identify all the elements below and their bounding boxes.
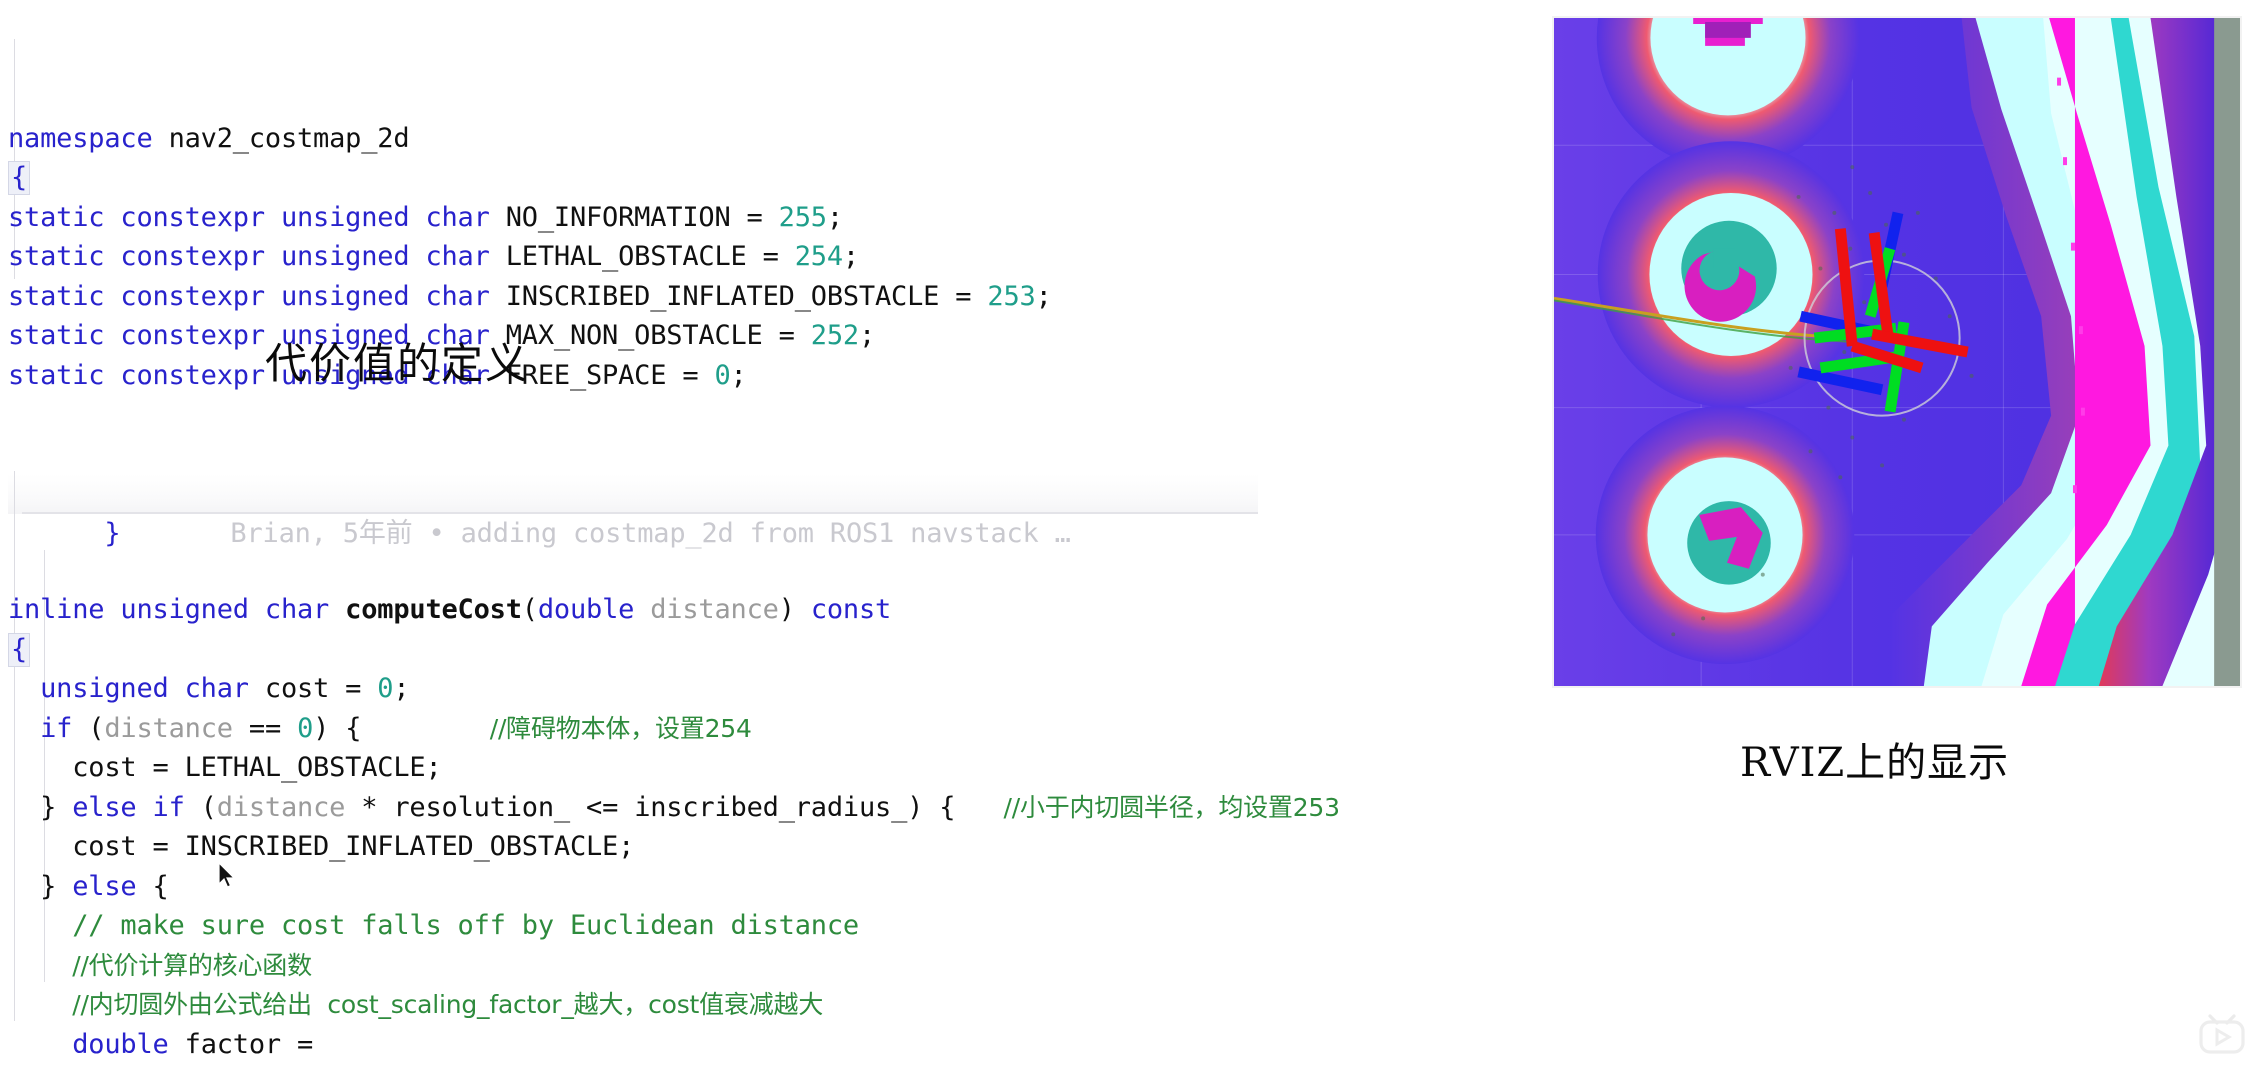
- code-token: distance: [650, 594, 779, 625]
- code-token: ==: [232, 712, 298, 744]
- code-token: ;: [1035, 280, 1052, 312]
- code-token: (: [184, 791, 217, 823]
- obstacle-blob-bottom: [1595, 405, 1855, 665]
- code-block-compute-cost: inline unsigned char computeCost(double …: [8, 432, 1518, 1065]
- code-token: MAX_NON_OBSTACLE =: [505, 320, 811, 351]
- code-token: computeCost: [345, 594, 522, 625]
- code-token: if: [40, 712, 73, 744]
- slide-root: namespace nav2_costmap_2d{static constex…: [0, 0, 2267, 1065]
- mouse-pointer-icon: [218, 862, 236, 888]
- code-token: }: [8, 791, 73, 823]
- code-token: static constexpr unsigned char: [8, 280, 506, 312]
- code-token: 255: [778, 201, 827, 233]
- code-token: * resolution_ <= inscribed_radius_) {: [345, 791, 1004, 823]
- code-token: distance: [216, 791, 346, 823]
- code-line[interactable]: inline unsigned char computeCost(double …: [8, 590, 1518, 630]
- code-line[interactable]: double factor =: [8, 1025, 1518, 1065]
- code-token: ): [778, 594, 811, 625]
- caption-rviz-display: RVIZ上的显示: [1740, 740, 2010, 786]
- code-token: else: [72, 870, 137, 902]
- code-token: ;: [730, 359, 747, 391]
- code-token: //内切圆外由公式给出 cost_scaling_factor_越大，cost值…: [72, 990, 824, 1019]
- code-token: cost = INSCRIBED_INFLATED_OBSTACLE;: [8, 831, 635, 862]
- costmap-svg: [1554, 18, 2240, 686]
- bilibili-tv-logo-icon: [2199, 1014, 2245, 1054]
- code-line[interactable]: static constexpr unsigned char MAX_NON_O…: [8, 316, 1258, 356]
- code-line[interactable]: static constexpr unsigned char FREE_SPAC…: [8, 356, 1258, 396]
- code-line[interactable]: } else if (distance * resolution_ <= ins…: [8, 788, 1518, 828]
- code-token: //代价计算的核心函数: [72, 950, 312, 980]
- code-token: nav2_costmap_2d: [168, 122, 410, 154]
- code-token: {: [136, 870, 169, 902]
- code-token: namespace: [8, 122, 169, 154]
- code-line[interactable]: static constexpr unsigned char INSCRIBED…: [8, 277, 1258, 317]
- unknown-space-strip: [2214, 18, 2240, 686]
- code-token: const: [810, 594, 892, 625]
- code-line[interactable]: {: [8, 630, 1518, 670]
- code-token: //小于内切圆半径，均设置253: [1003, 792, 1340, 822]
- code-line[interactable]: static constexpr unsigned char LETHAL_OB…: [8, 237, 1258, 277]
- code-token: {: [8, 161, 31, 195]
- code-token: 0: [377, 673, 394, 704]
- code-token: ;: [393, 673, 410, 704]
- code-token: ;: [826, 201, 843, 233]
- code-token: // make sure cost falls off by Euclidean…: [8, 910, 859, 941]
- code-token: INSCRIBED_INFLATED_OBSTACLE =: [505, 280, 988, 312]
- code-token: 0: [297, 712, 314, 744]
- code-token: factor =: [168, 1028, 314, 1060]
- code-token: ;: [842, 241, 859, 272]
- rviz-costmap-image: [1552, 16, 2242, 688]
- code-token: cost =: [264, 673, 378, 704]
- code-token: double: [537, 594, 651, 625]
- code-line[interactable]: {: [8, 158, 1258, 198]
- code-token: 0: [714, 359, 731, 391]
- code-token: 252: [810, 320, 859, 351]
- code-line[interactable]: //内切圆外由公式给出 cost_scaling_factor_越大，cost值…: [8, 985, 1518, 1025]
- code-token: 254: [794, 241, 843, 272]
- code-token: cost = LETHAL_OBSTACLE;: [8, 752, 442, 783]
- code-token: ;: [858, 320, 876, 351]
- code-token: LETHAL_OBSTACLE =: [505, 241, 795, 272]
- code-line[interactable]: cost = LETHAL_OBSTACLE;: [8, 748, 1518, 788]
- code-token: else if: [72, 791, 185, 823]
- code-token: (: [521, 594, 538, 625]
- code-token: static constexpr unsigned char: [8, 201, 506, 233]
- code-token: FREE_SPACE =: [505, 359, 715, 391]
- code-token: static constexpr unsigned char: [8, 241, 506, 272]
- code-line[interactable]: static constexpr unsigned char NO_INFORM…: [8, 198, 1258, 238]
- code-token: double: [72, 1028, 169, 1060]
- code-lines: namespace nav2_costmap_2d{static constex…: [8, 119, 1258, 396]
- code-line[interactable]: namespace nav2_costmap_2d: [8, 119, 1258, 159]
- code-token: 253: [987, 280, 1036, 312]
- code-line[interactable]: cost = INSCRIBED_INFLATED_OBSTACLE;: [8, 827, 1518, 867]
- code-token: ) {: [313, 712, 490, 744]
- code-line[interactable]: unsigned char cost = 0;: [8, 669, 1518, 709]
- code-token: inline unsigned char: [8, 594, 346, 625]
- code-token: (: [72, 712, 105, 744]
- code-line[interactable]: if (distance == 0) { //障碍物本体，设置254: [8, 709, 1518, 749]
- code-line[interactable]: // make sure cost falls off by Euclidean…: [8, 906, 1518, 946]
- code-lines: inline unsigned char computeCost(double …: [8, 590, 1518, 1065]
- code-token: distance: [104, 712, 233, 744]
- code-token: {: [8, 632, 31, 667]
- code-line[interactable]: //代价计算的核心函数: [8, 946, 1518, 986]
- code-token: unsigned char: [40, 673, 265, 704]
- code-token: NO_INFORMATION =: [505, 201, 779, 233]
- caption-cost-definition: 代价值的定义: [265, 339, 530, 388]
- code-token: //障碍物本体，设置254: [489, 713, 752, 743]
- code-token: }: [8, 870, 73, 902]
